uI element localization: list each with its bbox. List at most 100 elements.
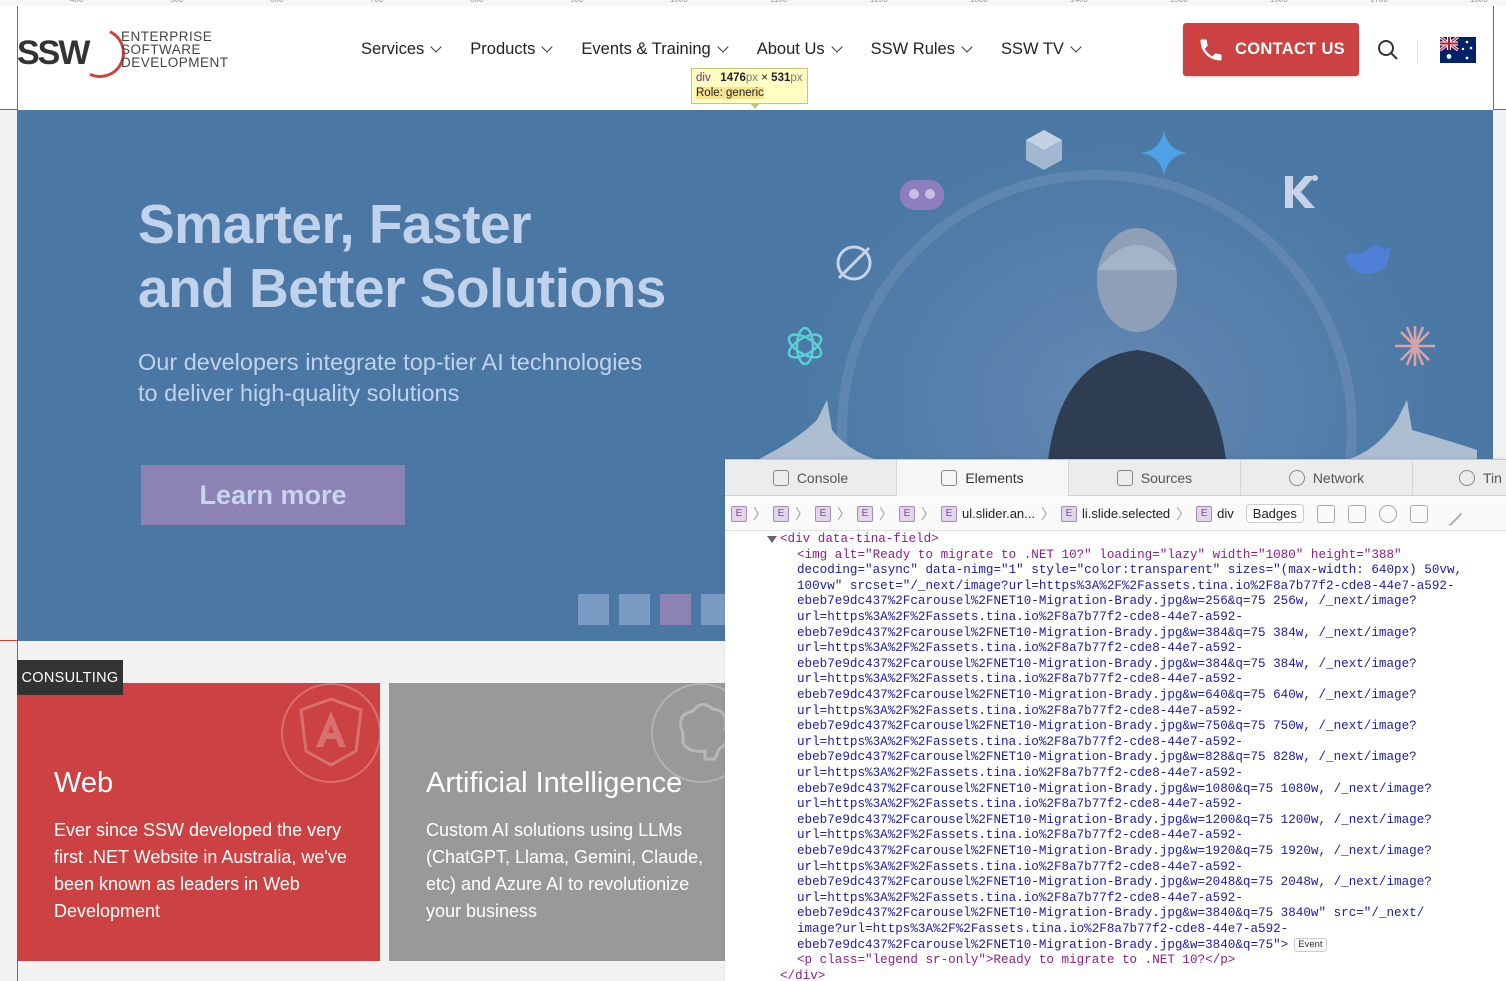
dom-img-line[interactable]: url=https%3A%2F%2Fassets.tina.io%2F8a7b7…: [797, 891, 1243, 907]
inspector-guide: [0, 640, 17, 641]
element-badge-icon: E: [857, 505, 873, 522]
dom-div-open[interactable]: <div data-tina-field>: [780, 532, 939, 548]
dom-img-line[interactable]: url=https%3A%2F%2Fassets.tina.io%2F8a7b7…: [797, 672, 1243, 688]
dom-img-line[interactable]: url=https%3A%2F%2Fassets.tina.io%2F8a7b7…: [797, 735, 1243, 751]
nav-events-training[interactable]: Events & Training: [581, 40, 729, 59]
sparkle-icon: [1141, 130, 1187, 176]
dom-img-line[interactable]: <img alt="Ready to migrate to .NET 10?" …: [797, 548, 1402, 564]
carousel-dots: [578, 594, 732, 625]
tab-network[interactable]: Network: [1241, 460, 1413, 496]
ruler-label: 600: [270, 0, 283, 4]
nav-about-us[interactable]: About Us: [757, 40, 843, 59]
disclosure-triangle-icon[interactable]: [767, 536, 777, 543]
tab-label: Sources: [1140, 470, 1193, 486]
tab-label: Elements: [965, 470, 1024, 486]
nav-label: Products: [470, 40, 536, 58]
dom-img-line[interactable]: url=https%3A%2F%2Fassets.tina.io%2F8a7b7…: [797, 828, 1243, 844]
dom-img-line[interactable]: ebeb7e9dc437%2Fcarousel%2FNET10-Migratio…: [797, 782, 1432, 798]
person-image: [1047, 228, 1227, 470]
dom-img-line[interactable]: ebeb7e9dc437%2Fcarousel%2FNET10-Migratio…: [797, 906, 1424, 922]
chevron-down-icon: [961, 41, 973, 53]
nav-services[interactable]: Services: [361, 40, 442, 59]
badges-button[interactable]: Badges: [1245, 504, 1304, 523]
tab-console[interactable]: Console: [725, 460, 897, 496]
tooltip-tag: div: [696, 72, 711, 84]
dom-img-line[interactable]: url=https%3A%2F%2Fassets.tina.io%2F8a7b7…: [797, 610, 1243, 626]
dom-img-line[interactable]: 100vw" srcset="/_next/image?url=https%3A…: [797, 579, 1455, 595]
dom-img-line[interactable]: url=https%3A%2F%2Fassets.tina.io%2F8a7b7…: [797, 704, 1243, 720]
chevron-down-icon: [430, 41, 442, 53]
dom-img-line[interactable]: image?url=https%3A%2F%2Fassets.tina.io%2…: [797, 922, 1288, 938]
dom-img-line[interactable]: ebeb7e9dc437%2Fcarousel%2FNET10-Migratio…: [797, 719, 1417, 735]
card-title: Artificial Intelligence: [426, 767, 683, 799]
ruler-label: 900: [570, 0, 583, 4]
dom-img-line[interactable]: url=https%3A%2F%2Fassets.tina.io%2F8a7b7…: [797, 641, 1243, 657]
color-scheme-icon[interactable]: [1378, 504, 1397, 523]
nav-label: Events & Training: [581, 40, 711, 58]
dom-img-line[interactable]: ebeb7e9dc437%2Fcarousel%2FNET10-Migratio…: [797, 594, 1417, 610]
tooltip-unit: px: [745, 72, 759, 84]
learn-more-button[interactable]: Learn more: [141, 465, 405, 525]
tooltip-unit: px: [790, 72, 803, 84]
event-badge[interactable]: Event: [1294, 937, 1327, 952]
consulting-tag: CONSULTING: [17, 660, 123, 695]
logo-line-3: DEVELOPMENT: [121, 55, 229, 70]
tab-sources[interactable]: Sources: [1069, 460, 1241, 496]
contact-us-button[interactable]: CONTACT US: [1183, 23, 1359, 76]
dom-img-line[interactable]: url=https%3A%2F%2Fassets.tina.io%2F8a7b7…: [797, 766, 1243, 782]
dom-img-line[interactable]: ebeb7e9dc437%2Fcarousel%2FNET10-Migratio…: [797, 626, 1417, 642]
tab-timelines[interactable]: Tin: [1413, 460, 1503, 496]
breadcrumb-element[interactable]: E: [899, 505, 915, 522]
inspector-tooltip: div 1476px × 531px Role: generic: [691, 68, 808, 109]
tab-label: Network: [1312, 470, 1365, 486]
breadcrumb-ul-slider[interactable]: Eul.slider.an...: [941, 505, 1035, 522]
dom-img-line[interactable]: ebeb7e9dc437%2Fcarousel%2FNET10-Migratio…: [797, 657, 1417, 673]
dom-img-line[interactable]: ebeb7e9dc437%2Fcarousel%2FNET10-Migratio…: [797, 750, 1417, 766]
breadcrumb-div[interactable]: Ediv: [1196, 505, 1234, 522]
breadcrumb-label: li.slide.selected: [1082, 506, 1171, 521]
tab-elements[interactable]: Elements: [897, 460, 1069, 496]
dom-img-line[interactable]: ebeb7e9dc437%2Fcarousel%2FNET10-Migratio…: [797, 844, 1432, 860]
tooltip-width: 1476: [720, 72, 746, 84]
carousel-dot-active[interactable]: [660, 594, 691, 625]
nav-ssw-tv[interactable]: SSW TV: [1001, 40, 1082, 59]
nav-products[interactable]: Products: [470, 40, 554, 59]
copilot-icon: [900, 180, 944, 210]
breadcrumb-element[interactable]: E: [857, 505, 873, 522]
dom-p-line[interactable]: <p class="legend sr-only">Ready to migra…: [797, 953, 1235, 969]
print-icon[interactable]: [1347, 504, 1366, 523]
carousel-dot[interactable]: [578, 594, 609, 625]
inspector-guide: [1493, 109, 1506, 110]
ssw-logo[interactable]: SSW ENTERPRISE SOFTWARE DEVELOPMENT: [17, 20, 229, 86]
dom-img-line[interactable]: ebeb7e9dc437%2Fcarousel%2FNET10-Migratio…: [797, 875, 1432, 891]
breadcrumb-element[interactable]: E: [815, 505, 831, 522]
nav-ssw-rules[interactable]: SSW Rules: [871, 40, 973, 59]
consulting-card-ai[interactable]: Artificial Intelligence Custom AI soluti…: [389, 683, 725, 961]
contact-us-label: CONTACT US: [1235, 40, 1345, 58]
dom-img-line[interactable]: decoding="async" data-nimg="1" style="co…: [797, 563, 1462, 579]
breadcrumb-element[interactable]: E: [731, 505, 747, 522]
consulting-card-web[interactable]: Web Ever since SSW developed the very fi…: [17, 683, 380, 961]
grid-icon[interactable]: [1409, 504, 1428, 523]
header-divider: [1417, 41, 1418, 63]
pencil-icon[interactable]: [1437, 500, 1463, 527]
devtools-tabs: Console Elements Sources Network Tin: [725, 460, 1506, 496]
carousel-dot[interactable]: [619, 594, 650, 625]
chevron-right-icon: 〉: [921, 505, 935, 522]
dom-img-line[interactable]: ebeb7e9dc437%2Fcarousel%2FNET10-Migratio…: [797, 937, 1327, 954]
dom-img-line[interactable]: ebeb7e9dc437%2Fcarousel%2FNET10-Migratio…: [797, 688, 1417, 704]
dom-div-close[interactable]: </div>: [780, 969, 825, 981]
ruler-label: 1600: [1270, 0, 1288, 4]
australia-flag-icon[interactable]: [1439, 35, 1476, 63]
search-icon[interactable]: [1377, 39, 1399, 61]
ruler-label: 1500: [1170, 0, 1188, 4]
breadcrumb-li-slide[interactable]: Eli.slide.selected: [1061, 505, 1171, 522]
layout-icon[interactable]: [1316, 504, 1335, 523]
ruler-label: 1400: [1070, 0, 1088, 4]
dom-img-line[interactable]: ebeb7e9dc437%2Fcarousel%2FNET10-Migratio…: [797, 813, 1432, 829]
breadcrumb-element[interactable]: E: [773, 505, 789, 522]
element-badge-icon: E: [899, 505, 915, 522]
dom-img-line[interactable]: url=https%3A%2F%2Fassets.tina.io%2F8a7b7…: [797, 797, 1243, 813]
dom-img-line[interactable]: url=https%3A%2F%2Fassets.tina.io%2F8a7b7…: [797, 860, 1243, 876]
ruler-label: 500: [170, 0, 183, 4]
